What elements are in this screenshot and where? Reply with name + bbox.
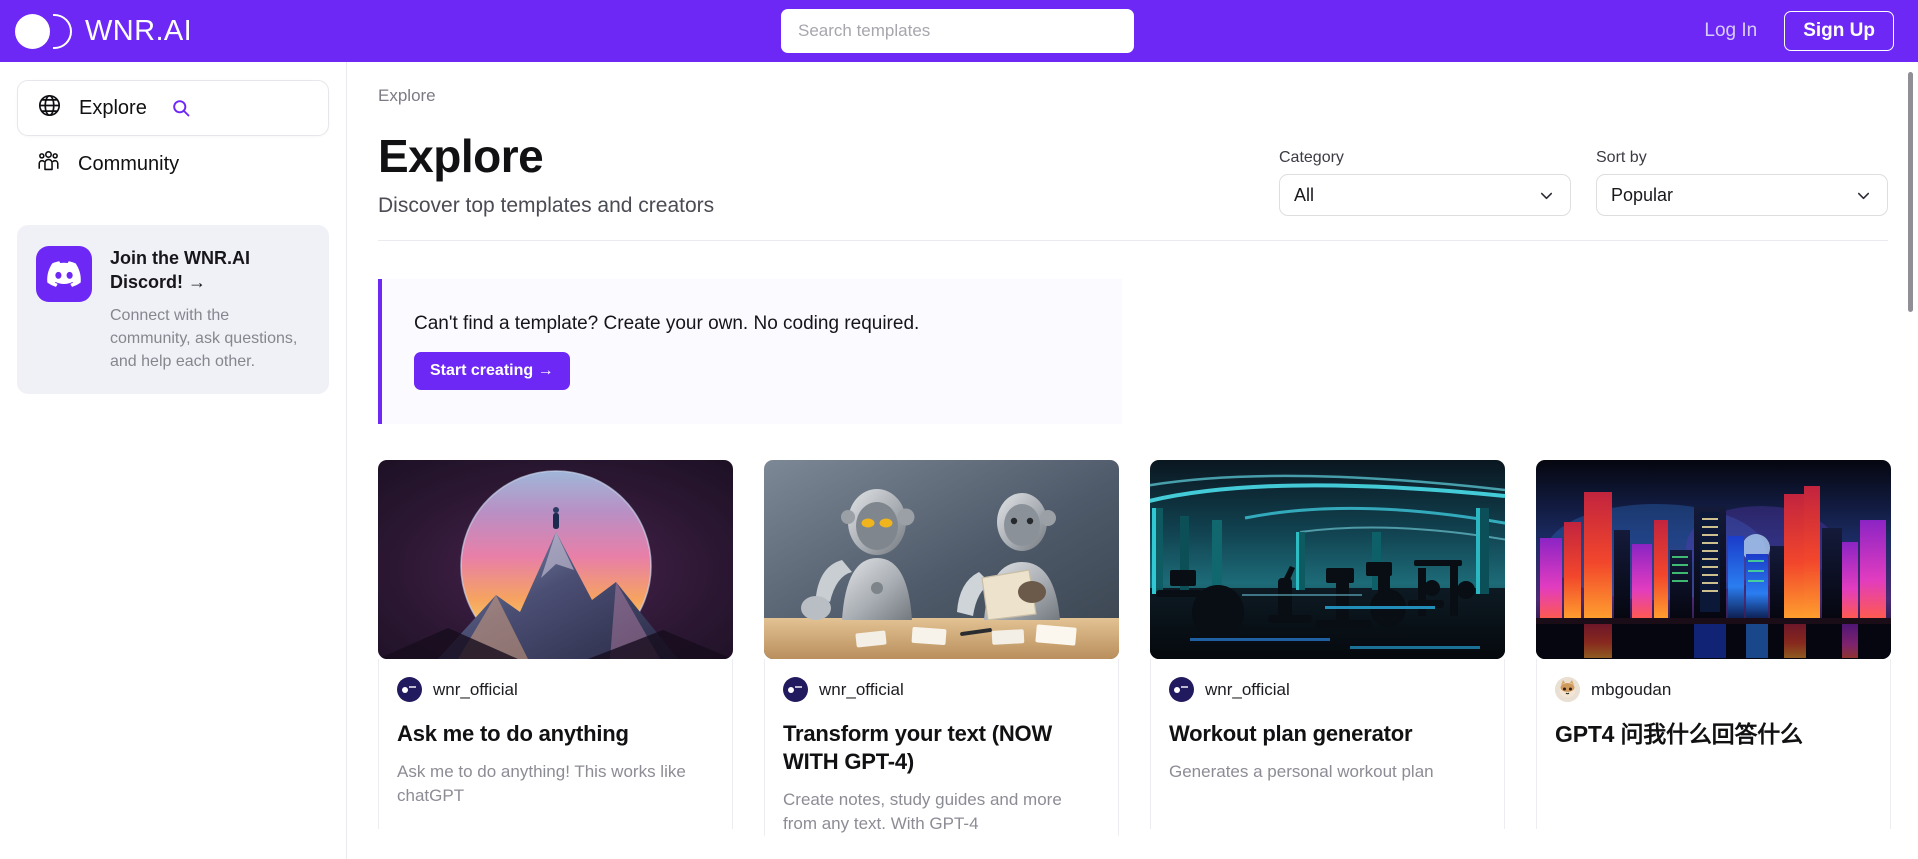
template-card[interactable]: wnr_official Transform your text (NOW WI…	[764, 460, 1119, 837]
sidebar-item-explore-label: Explore	[79, 96, 147, 119]
sortby-filter-label: Sort by	[1596, 149, 1647, 167]
page-scrollbar[interactable]	[1904, 62, 1918, 859]
globe-icon	[37, 93, 62, 123]
chevron-down-icon	[1537, 186, 1556, 205]
page-subtitle: Discover top templates and creators	[378, 194, 715, 218]
template-author-name: wnr_official	[433, 679, 518, 699]
sidebar-item-explore[interactable]: Explore	[17, 80, 329, 136]
template-title: Transform your text (NOW WITH GPT-4)	[783, 721, 1053, 775]
search-container[interactable]	[781, 9, 1134, 53]
avatar	[397, 677, 422, 703]
template-thumbnail-robots	[764, 460, 1119, 660]
template-card-body: wnr_official Transform your text (NOW WI…	[764, 659, 1119, 837]
template-description: Create notes, study guides and more from…	[783, 790, 1062, 834]
discord-promo-description: Connect with the community, ask question…	[110, 306, 298, 370]
search-icon[interactable]	[171, 98, 191, 118]
search-input[interactable]	[781, 9, 1134, 53]
signup-button[interactable]: Sign Up	[1784, 11, 1894, 51]
brand-logo[interactable]: WNR.AI	[15, 13, 193, 49]
page-header-row: Explore Discover top templates and creat…	[378, 132, 1888, 242]
template-author[interactable]: wnr_official	[783, 677, 1100, 703]
people-group-icon	[36, 149, 61, 179]
page-title-block: Explore Discover top templates and creat…	[378, 132, 714, 218]
category-select[interactable]: All	[1279, 174, 1571, 217]
avatar	[783, 677, 808, 703]
scrollbar-thumb[interactable]	[1908, 72, 1913, 312]
sortby-select-value: Popular	[1611, 184, 1674, 205]
template-thumbnail-gym	[1150, 460, 1505, 660]
template-card-body: mbgoudan GPT4 问我什么回答什么	[1536, 659, 1891, 830]
template-thumbnail-mountain	[378, 460, 733, 660]
header-actions: Log In Sign Up	[1704, 0, 1894, 62]
brand-name: WNR.AI	[85, 14, 193, 47]
logo-halfmoon-shape	[53, 13, 72, 49]
sidebar: Explore Community Join the WNR.AI Discor…	[0, 62, 347, 859]
discord-icon	[36, 246, 92, 302]
template-author-name: wnr_official	[819, 679, 904, 699]
template-card-body: wnr_official Ask me to do anything Ask m…	[378, 659, 733, 830]
category-filter-group: Category All	[1279, 149, 1571, 217]
template-description: Ask me to do anything! This works like c…	[397, 762, 686, 806]
page-title: Explore	[378, 130, 544, 182]
sortby-select[interactable]: Popular	[1596, 174, 1888, 217]
template-title: GPT4 问我什么回答什么	[1555, 721, 1803, 748]
category-filter-label: Category	[1279, 149, 1344, 167]
sidebar-item-community[interactable]: Community	[17, 136, 329, 192]
avatar	[1555, 677, 1580, 703]
template-title: Ask me to do anything	[397, 721, 629, 747]
discord-promo-title: Join the WNR.AI Discord! →	[110, 248, 250, 293]
create-template-callout: Can't find a template? Create your own. …	[378, 279, 1122, 425]
filter-controls: Category All Sort by Popular	[1279, 149, 1888, 218]
sortby-filter-group: Sort by Popular	[1596, 149, 1888, 217]
template-card[interactable]: wnr_official Ask me to do anything Ask m…	[378, 460, 733, 836]
discord-promo-text: Join the WNR.AI Discord! → Connect with …	[110, 246, 310, 373]
template-card-body: wnr_official Workout plan generator Gene…	[1150, 659, 1505, 830]
logo-circle-shape	[15, 13, 50, 49]
template-author[interactable]: mbgoudan	[1555, 677, 1872, 703]
template-author-name: mbgoudan	[1591, 679, 1672, 699]
template-card[interactable]: mbgoudan GPT4 问我什么回答什么	[1536, 460, 1891, 836]
login-link[interactable]: Log In	[1704, 20, 1757, 42]
discord-promo-card[interactable]: Join the WNR.AI Discord! → Connect with …	[17, 225, 329, 395]
category-select-value: All	[1294, 184, 1315, 205]
wnr-logo-icon	[15, 13, 72, 49]
callout-text: Can't find a template? Create your own. …	[414, 313, 920, 335]
template-title: Workout plan generator	[1169, 721, 1413, 747]
start-creating-button[interactable]: Start creating →	[414, 352, 570, 391]
sidebar-item-community-label: Community	[78, 152, 180, 175]
chevron-down-icon	[1854, 186, 1873, 205]
breadcrumb[interactable]: Explore	[378, 86, 1918, 106]
template-description: Generates a personal workout plan	[1169, 762, 1434, 782]
top-header: WNR.AI Log In Sign Up	[0, 0, 1918, 62]
main-content: Explore Explore Discover top templates a…	[348, 62, 1918, 859]
template-thumbnail-city	[1536, 460, 1891, 660]
template-author-name: wnr_official	[1205, 679, 1290, 699]
avatar	[1169, 677, 1194, 703]
template-author[interactable]: wnr_official	[1169, 677, 1486, 703]
template-card[interactable]: wnr_official Workout plan generator Gene…	[1150, 460, 1505, 836]
template-card-grid: wnr_official Ask me to do anything Ask m…	[378, 460, 1918, 837]
template-author[interactable]: wnr_official	[397, 677, 714, 703]
